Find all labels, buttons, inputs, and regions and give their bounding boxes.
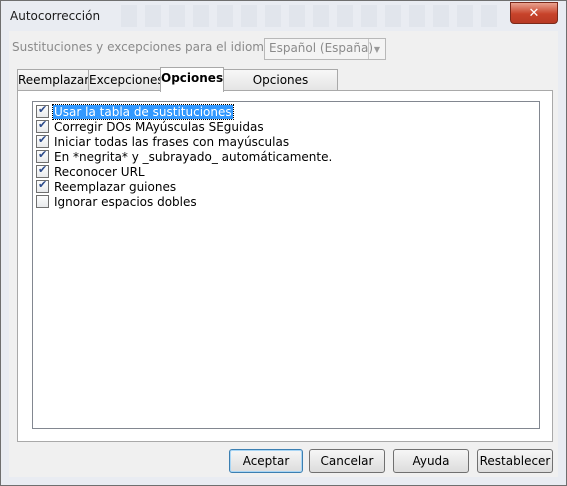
option-label: En *negrita* y _subrayado_ automáticamen…	[54, 149, 333, 164]
title-bar-background	[121, 5, 501, 27]
close-icon: ✕	[528, 5, 540, 21]
option-recognize-url[interactable]: Reconocer URL	[36, 163, 146, 179]
tab-opciones-regionales[interactable]: Opciones regionales	[223, 69, 338, 107]
tab-excepciones[interactable]: Excepciones	[88, 69, 164, 90]
checkbox[interactable]	[36, 118, 49, 133]
language-select-value: Español (España)	[269, 41, 374, 55]
window-title: Autocorrección	[10, 9, 101, 23]
chevron-down-icon[interactable]: ▼	[368, 39, 385, 59]
option-use-replacement-table[interactable]: Usar la tabla de sustituciones	[36, 103, 234, 120]
dialog-body: Sustituciones y excepciones para el idio…	[9, 31, 558, 477]
checkbox[interactable]	[36, 103, 49, 118]
title-bar[interactable]: Autocorrección ✕	[1, 1, 566, 31]
autocorrect-dialog: Autocorrección ✕ Sustituciones y excepci…	[0, 0, 567, 486]
tab-label: Excepciones	[89, 73, 164, 87]
tab-label: Reemplazar	[18, 73, 90, 87]
option-capitalize-sentences[interactable]: Iniciar todas las frases con mayúsculas	[36, 133, 290, 149]
tab-label: Opciones	[161, 71, 224, 85]
option-label: Reemplazar guiones	[54, 179, 177, 194]
option-label: Iniciar todas las frases con mayúsculas	[54, 134, 290, 149]
button-label: Restablecer	[479, 454, 551, 468]
option-label: Usar la tabla de sustituciones	[52, 103, 234, 120]
help-button[interactable]: Ayuda	[393, 449, 469, 473]
reset-button[interactable]: Restablecer	[477, 449, 553, 473]
checkbox[interactable]	[36, 195, 49, 208]
checkbox[interactable]	[36, 133, 49, 148]
button-label: Cancelar	[320, 454, 374, 468]
option-ignore-double-spaces[interactable]: Ignorar espacios dobles	[36, 194, 198, 209]
option-correct-two-capitals[interactable]: Corregir DOs MAyúsculas SEguidas	[36, 118, 265, 134]
tab-opciones[interactable]: Opciones	[160, 67, 224, 92]
accept-button[interactable]: Aceptar	[229, 449, 303, 473]
checkbox[interactable]	[36, 178, 49, 193]
option-label: Corregir DOs MAyúsculas SEguidas	[54, 119, 264, 134]
cancel-button[interactable]: Cancelar	[309, 449, 385, 473]
options-tab-panel: Usar la tabla de sustituciones Corregir …	[17, 90, 553, 442]
checkbox[interactable]	[36, 148, 49, 163]
options-list[interactable]: Usar la tabla de sustituciones Corregir …	[32, 101, 540, 429]
language-select[interactable]: Español (España) ▼	[264, 38, 386, 60]
option-replace-dashes[interactable]: Reemplazar guiones	[36, 178, 177, 194]
checkbox[interactable]	[36, 163, 49, 178]
language-label: Sustituciones y excepciones para el idio…	[12, 40, 276, 54]
option-label: Ignorar espacios dobles	[54, 194, 197, 209]
button-label: Ayuda	[412, 454, 450, 468]
tab-reemplazar[interactable]: Reemplazar	[17, 69, 89, 90]
option-label: Reconocer URL	[54, 164, 145, 179]
option-bold-underline[interactable]: En *negrita* y _subrayado_ automáticamen…	[36, 148, 333, 164]
close-button[interactable]: ✕	[510, 2, 558, 24]
button-label: Aceptar	[242, 454, 290, 468]
